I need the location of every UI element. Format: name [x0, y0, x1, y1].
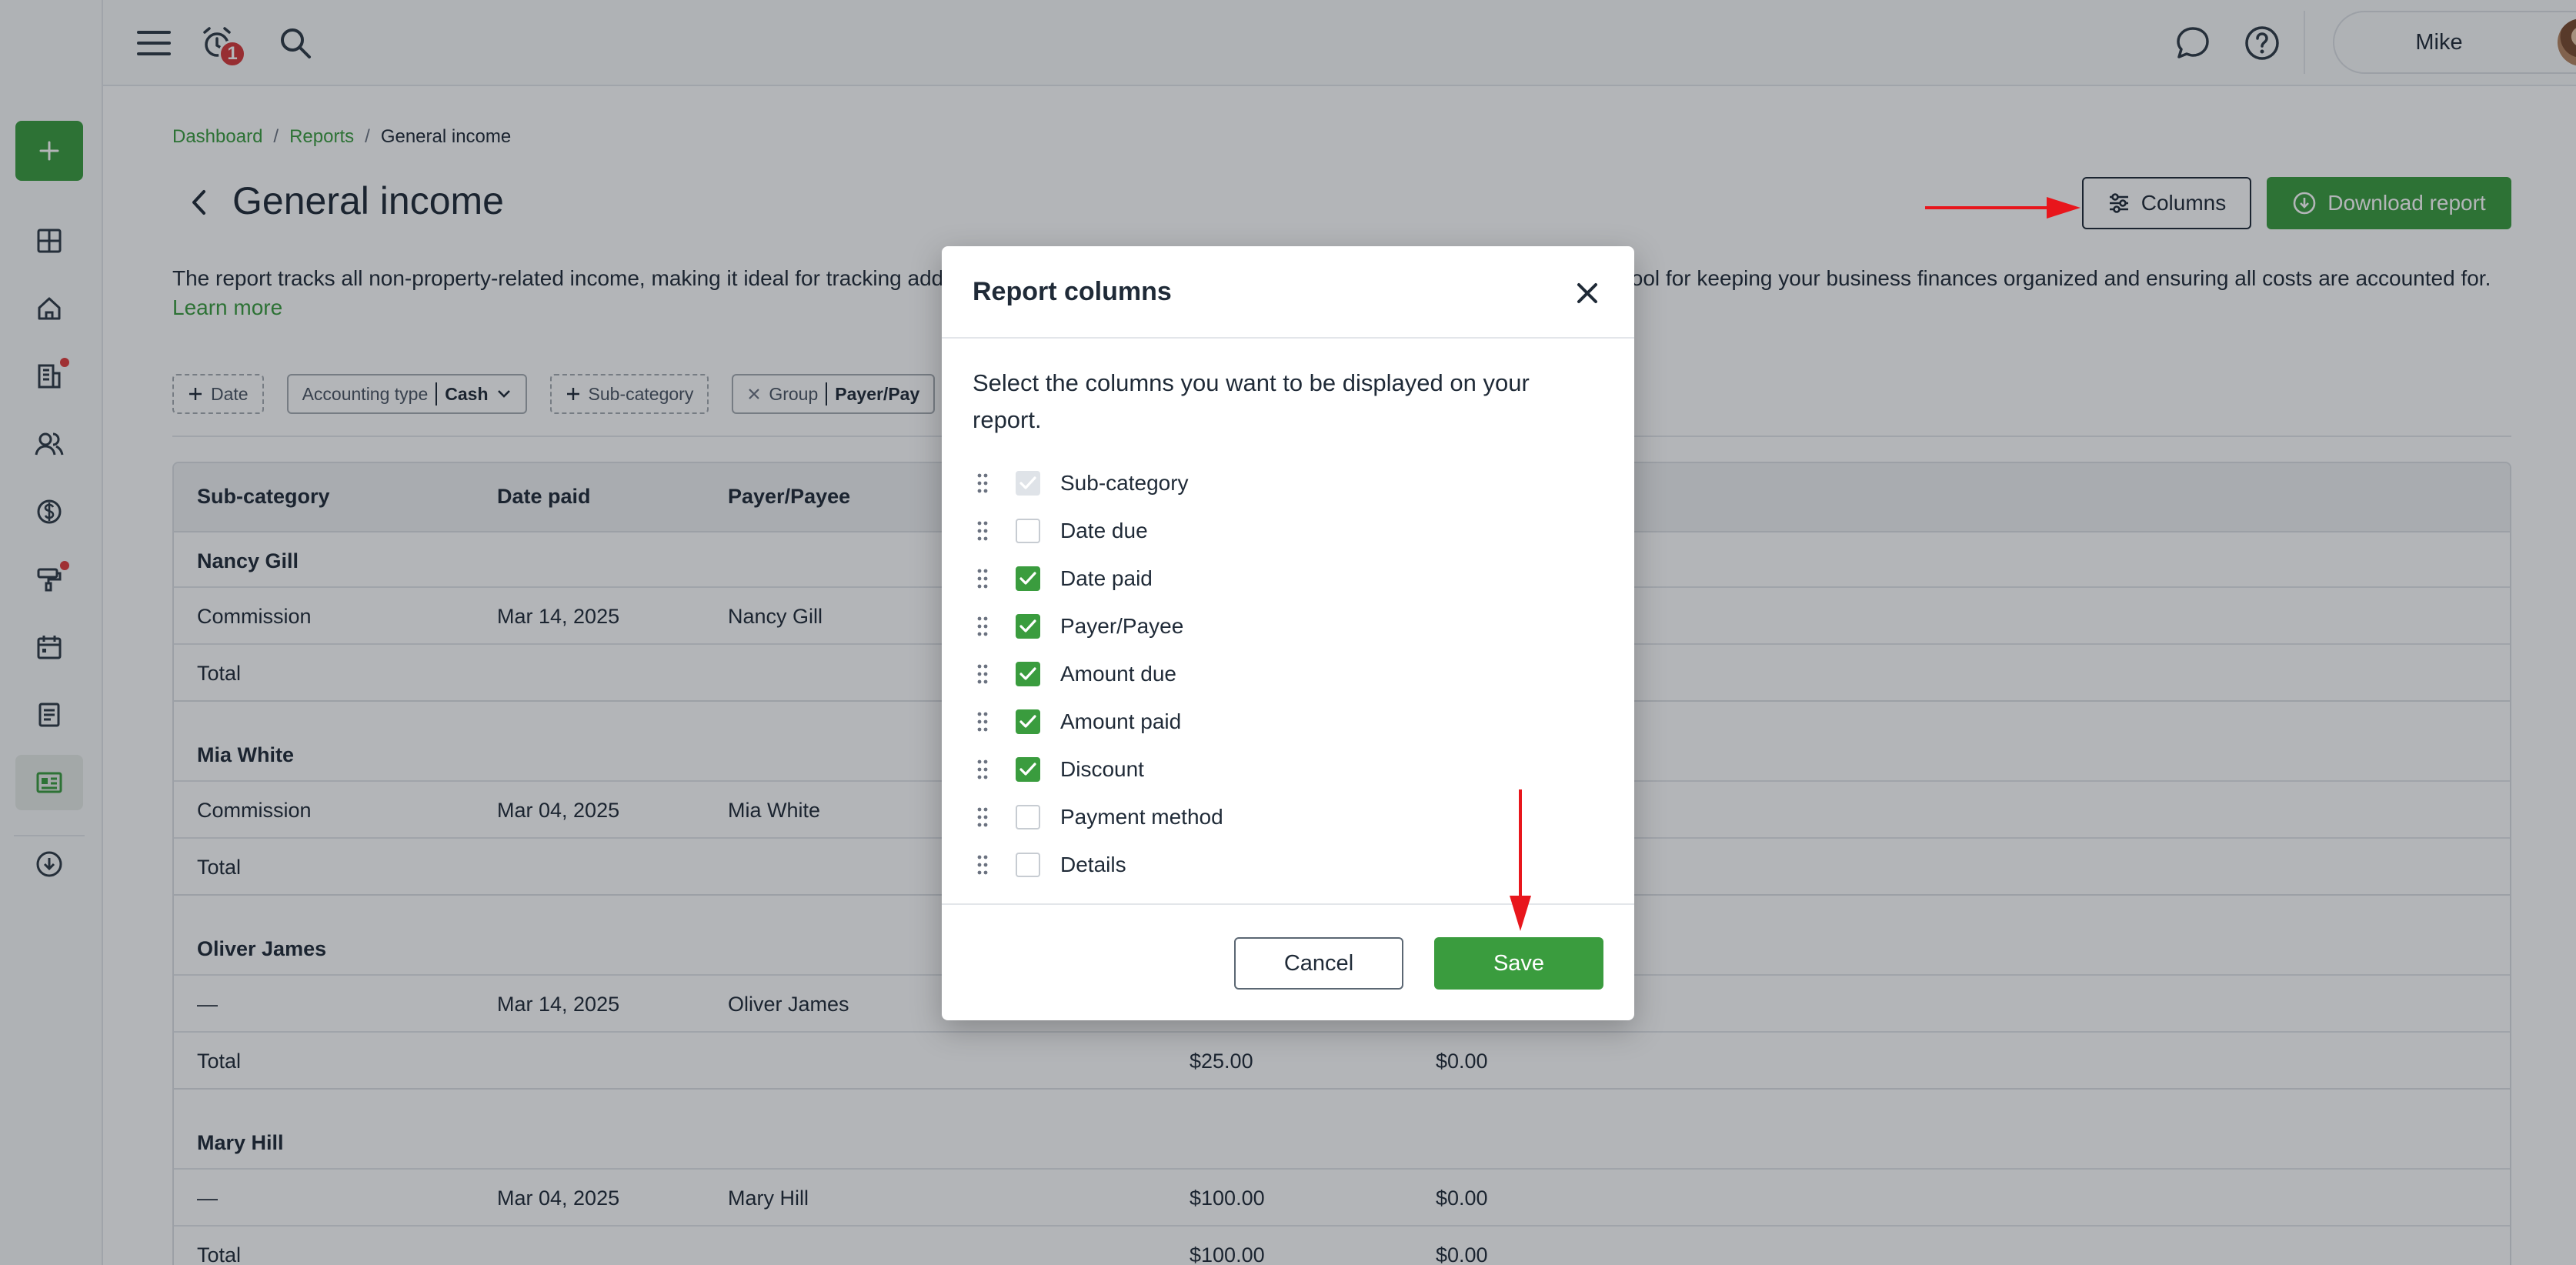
- modal-description: Select the columns you want to be displa…: [973, 369, 1530, 433]
- checkmark-icon: [1019, 572, 1036, 585]
- column-option[interactable]: Date paid: [973, 563, 1153, 594]
- column-option-label: Payment method: [1060, 805, 1223, 829]
- modal-title: Report columns: [973, 277, 1172, 306]
- modal-header: Report columns: [942, 246, 1634, 339]
- column-option-label: Details: [1060, 853, 1126, 876]
- checkmark-icon: [1019, 715, 1036, 728]
- modal-footer-divider: [942, 903, 1634, 905]
- column-checkbox[interactable]: [1016, 853, 1040, 877]
- column-checkbox: [1016, 471, 1040, 496]
- column-option-label: Discount: [1060, 757, 1144, 781]
- checkmark-icon: [1019, 667, 1036, 680]
- drag-handle-icon[interactable]: [973, 662, 993, 686]
- save-button[interactable]: Save: [1434, 937, 1603, 990]
- drag-handle-icon[interactable]: [973, 519, 993, 543]
- report-columns-modal: Report columns Select the columns you wa…: [942, 246, 1634, 1020]
- checkmark-icon: [1019, 763, 1036, 776]
- modal-close-button[interactable]: [1570, 275, 1605, 311]
- column-checkbox[interactable]: [1016, 662, 1040, 686]
- column-option-label: Amount due: [1060, 662, 1176, 686]
- column-option[interactable]: Discount: [973, 754, 1144, 785]
- drag-handle-icon[interactable]: [973, 566, 993, 591]
- column-checkbox[interactable]: [1016, 805, 1040, 829]
- column-option[interactable]: Payer/Payee: [973, 611, 1183, 642]
- column-option-label: Date paid: [1060, 566, 1153, 590]
- drag-handle-icon[interactable]: [973, 757, 993, 782]
- column-checkbox[interactable]: [1016, 709, 1040, 734]
- drag-handle-icon[interactable]: [973, 709, 993, 734]
- column-option-label: Amount paid: [1060, 709, 1182, 733]
- column-option[interactable]: Details: [973, 849, 1126, 880]
- column-option[interactable]: Sub-category: [973, 468, 1189, 499]
- drag-handle-icon[interactable]: [973, 805, 993, 829]
- close-icon: [1577, 283, 1597, 303]
- drag-handle-icon[interactable]: [973, 853, 993, 877]
- column-checkbox[interactable]: [1016, 566, 1040, 591]
- column-checkbox[interactable]: [1016, 519, 1040, 543]
- column-option[interactable]: Payment method: [973, 802, 1223, 833]
- cancel-button[interactable]: Cancel: [1234, 937, 1403, 990]
- column-option[interactable]: Amount paid: [973, 706, 1181, 737]
- column-option[interactable]: Amount due: [973, 659, 1176, 689]
- checkmark-icon: [1019, 476, 1036, 489]
- drag-handle-icon[interactable]: [973, 614, 993, 639]
- column-option-label: Date due: [1060, 519, 1148, 542]
- checkmark-icon: [1019, 619, 1036, 632]
- column-option-label: Sub-category: [1060, 471, 1189, 495]
- column-checkbox[interactable]: [1016, 614, 1040, 639]
- drag-handle-icon[interactable]: [973, 471, 993, 496]
- column-checkbox[interactable]: [1016, 757, 1040, 782]
- column-option-label: Payer/Payee: [1060, 614, 1184, 638]
- column-option[interactable]: Date due: [973, 516, 1148, 546]
